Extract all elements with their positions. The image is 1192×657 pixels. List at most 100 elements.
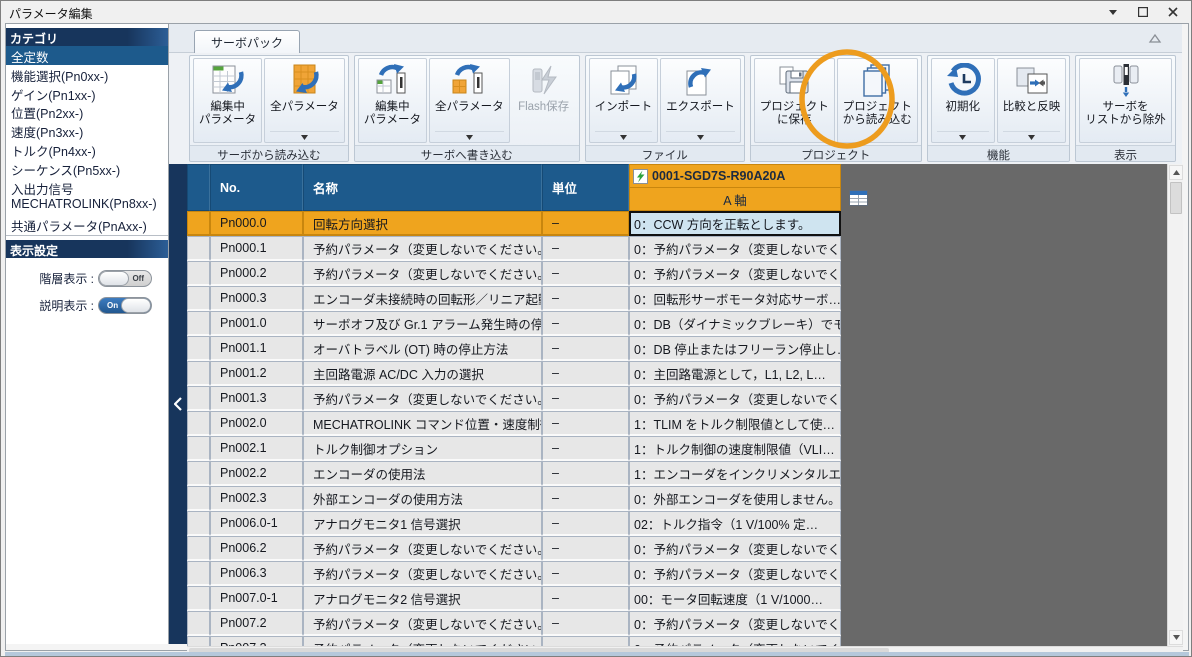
row-selector-cell[interactable] [187,536,210,561]
hierarchy-display-toggle[interactable]: Off [98,270,152,287]
table-row[interactable]: Pn001.0サーボオフ及び Gr.1 アラーム発生時の停止–0：DB（ダイナミ… [187,311,841,336]
import-dropdown-arrow-icon[interactable] [595,131,653,142]
row-selector-cell[interactable] [187,211,210,236]
vertical-scrollbar[interactable] [1167,164,1183,646]
table-row[interactable]: Pn007.0-1アナログモニタ2 信号選択–00：モータ回転速度（1 V/10… [187,586,841,611]
param-value-cell[interactable]: 0：CCW 方向を正転とします。 [629,211,841,236]
read-all-parameters-button[interactable]: 全パラメータ [264,58,345,143]
row-selector-cell[interactable] [187,411,210,436]
param-value-cell[interactable]: 0：回転形サーボモータ対応サーボ… [629,286,841,311]
row-selector-cell[interactable] [187,511,210,536]
window-menu-button[interactable] [1105,4,1121,19]
param-unit-cell: – [542,336,629,361]
sidebar-item-5[interactable]: 速度(Pn3xx-) [6,121,168,140]
param-value-cell[interactable]: 1：エンコーダをインクリメンタルエンコ… [629,461,841,486]
table-row[interactable]: Pn000.3エンコーダ未接続時の回転形／リニア起動選–0：回転形サーボモータ対… [187,286,841,311]
read-all-parameters-dropdown-arrow-icon[interactable] [270,131,339,142]
scroll-up-button[interactable] [1169,165,1183,180]
table-row[interactable]: Pn006.2予約パラメータ（変更しないでください。）–0：予約パラメータ（変更… [187,536,841,561]
sidebar-item-2[interactable]: 機能選択(Pn0xx-) [6,65,168,84]
row-selector-cell[interactable] [187,236,210,261]
table-row[interactable]: Pn000.0回転方向選択–0：CCW 方向を正転とします。 [187,211,841,236]
row-selector-cell[interactable] [187,336,210,361]
sidebar-item-8[interactable]: 入出力信号 [6,178,168,197]
param-value-cell[interactable]: 0：DB 停止またはフリーラン停止し… [629,336,841,361]
servo-column-header[interactable]: 0001-SGD7S-R90A20A A 軸 [629,164,841,211]
sidebar-item-9[interactable]: MECHATROLINK(Pn8xx-) [6,196,168,215]
export-button[interactable]: エクスポート [660,58,741,143]
row-selector-cell[interactable] [187,261,210,286]
table-row[interactable]: Pn001.2主回路電源 AC/DC 入力の選択–0：主回路電源として，L1, … [187,361,841,386]
param-value-cell[interactable]: 1：トルク制御の速度制限値（VLI… [629,436,841,461]
table-row[interactable]: Pn001.1オーバトラベル (OT) 時の停止方法–0：DB 停止またはフリー… [187,336,841,361]
import-button[interactable]: インポート [589,58,659,143]
hierarchy-display-knob[interactable] [99,271,129,286]
table-row[interactable]: Pn002.1トルク制御オプション–1：トルク制御の速度制限値（VLI… [187,436,841,461]
table-row[interactable]: Pn002.0MECHATROLINK コマンド位置・速度制御–1：TLIM を… [187,411,841,436]
row-selector-cell[interactable] [187,461,210,486]
description-display-toggle[interactable]: On [98,297,152,314]
export-dropdown-arrow-icon[interactable] [666,131,735,142]
param-value-cell[interactable]: 0：主回路電源として，L1, L2, L… [629,361,841,386]
close-button[interactable] [1165,4,1181,19]
compare-reflect-button[interactable]: 比較と反映 [997,58,1067,143]
table-row[interactable]: Pn006.0-1アナログモニタ1 信号選択–02：トルク指令（1 V/100%… [187,511,841,536]
sidebar-item-1[interactable]: 全定数 [6,46,168,65]
chevron-left-icon [174,397,182,411]
param-value-cell[interactable]: 0：予約パラメータ（変更しないでく… [629,261,841,286]
table-row[interactable]: Pn000.2予約パラメータ（変更しないでください。）–0：予約パラメータ（変更… [187,261,841,286]
write-all-parameters-dropdown-arrow-icon[interactable] [435,131,504,142]
maximize-button[interactable] [1135,4,1151,19]
sidebar-item-10[interactable]: 共通パラメータ(PnAxx-) [6,215,168,234]
table-row[interactable]: Pn007.3予約パラメータ（変更しないでください。）–0：予約パラメータ（変更… [187,636,841,646]
param-value-cell[interactable]: 0：予約パラメータ（変更しないでく… [629,386,841,411]
sidebar-item-7[interactable]: シーケンス(Pn5xx-) [6,159,168,178]
sidebar-item-3[interactable]: ゲイン(Pn1xx-) [6,84,168,103]
param-value-cell[interactable]: 02：トルク指令（1 V/100% 定… [629,511,841,536]
param-value-cell[interactable]: 0：DB（ダイナミックブレーキ）でモ… [629,311,841,336]
save-to-project-button[interactable]: プロジェクト に保存 [754,58,835,143]
read-editing-parameters-button[interactable]: 編集中 パラメータ [193,58,262,143]
sidebar-collapse-handle[interactable] [169,164,187,644]
table-row[interactable]: Pn007.2予約パラメータ（変更しないでください。）–0：予約パラメータ（変更… [187,611,841,636]
table-row[interactable]: Pn002.2エンコーダの使用法–1：エンコーダをインクリメンタルエンコ… [187,461,841,486]
row-selector-cell[interactable] [187,361,210,386]
table-row[interactable]: Pn001.3予約パラメータ（変更しないでください。）–0：予約パラメータ（変更… [187,386,841,411]
table-row[interactable]: Pn002.3外部エンコーダの使用方法–0：外部エンコーダを使用しません。 [187,486,841,511]
param-value-cell[interactable]: 1：TLIM をトルク制限値として使… [629,411,841,436]
param-value-cell[interactable]: 0：予約パラメータ（変更しないでく [629,636,841,646]
row-selector-cell[interactable] [187,386,210,411]
sidebar-item-4[interactable]: 位置(Pn2xx-) [6,102,168,121]
row-selector-cell[interactable] [187,486,210,511]
scroll-down-button[interactable] [1169,630,1183,645]
param-value-cell[interactable]: 0：外部エンコーダを使用しません。 [629,486,841,511]
param-value-cell[interactable]: 0：予約パラメータ（変更しないでく… [629,536,841,561]
table-row[interactable]: Pn000.1予約パラメータ（変更しないでください。）–0：予約パラメータ（変更… [187,236,841,261]
sidebar-item-6[interactable]: トルク(Pn4xx-) [6,140,168,159]
table-row[interactable]: Pn006.3予約パラメータ（変更しないでください。）–0：予約パラメータ（変更… [187,561,841,586]
param-value-cell[interactable]: 0：予約パラメータ（変更しないでく… [629,611,841,636]
param-value-cell[interactable]: 0：予約パラメータ（変更しないでく… [629,561,841,586]
description-display-knob[interactable] [121,298,151,313]
tab-servopack[interactable]: サーボパック [194,30,300,53]
write-editing-parameters-button[interactable]: 編集中 パラメータ [358,58,427,143]
row-selector-cell[interactable] [187,561,210,586]
row-selector-cell[interactable] [187,436,210,461]
row-selector-cell[interactable] [187,286,210,311]
ribbon-collapse-button[interactable] [1148,33,1162,45]
param-no-cell: Pn002.0 [210,411,303,436]
load-from-project-button[interactable]: プロジェクト から読み込む [837,58,918,143]
initialize-dropdown-arrow-icon[interactable] [937,131,989,142]
compare-reflect-dropdown-arrow-icon[interactable] [1003,131,1061,142]
write-all-parameters-button[interactable]: 全パラメータ [429,58,510,143]
initialize-button[interactable]: 初期化 [931,58,995,143]
param-value-cell[interactable]: 00：モータ回転速度（1 V/1000… [629,586,841,611]
vertical-scrollbar-thumb[interactable] [1170,182,1182,214]
load-from-project-icon [859,63,895,99]
row-selector-cell[interactable] [187,611,210,636]
row-selector-cell[interactable] [187,636,210,646]
exclude-servo-from-list-button[interactable]: サーボを リストから除外 [1079,58,1172,143]
param-value-cell[interactable]: 0：予約パラメータ（変更しないでく… [629,236,841,261]
row-selector-cell[interactable] [187,586,210,611]
row-selector-cell[interactable] [187,311,210,336]
